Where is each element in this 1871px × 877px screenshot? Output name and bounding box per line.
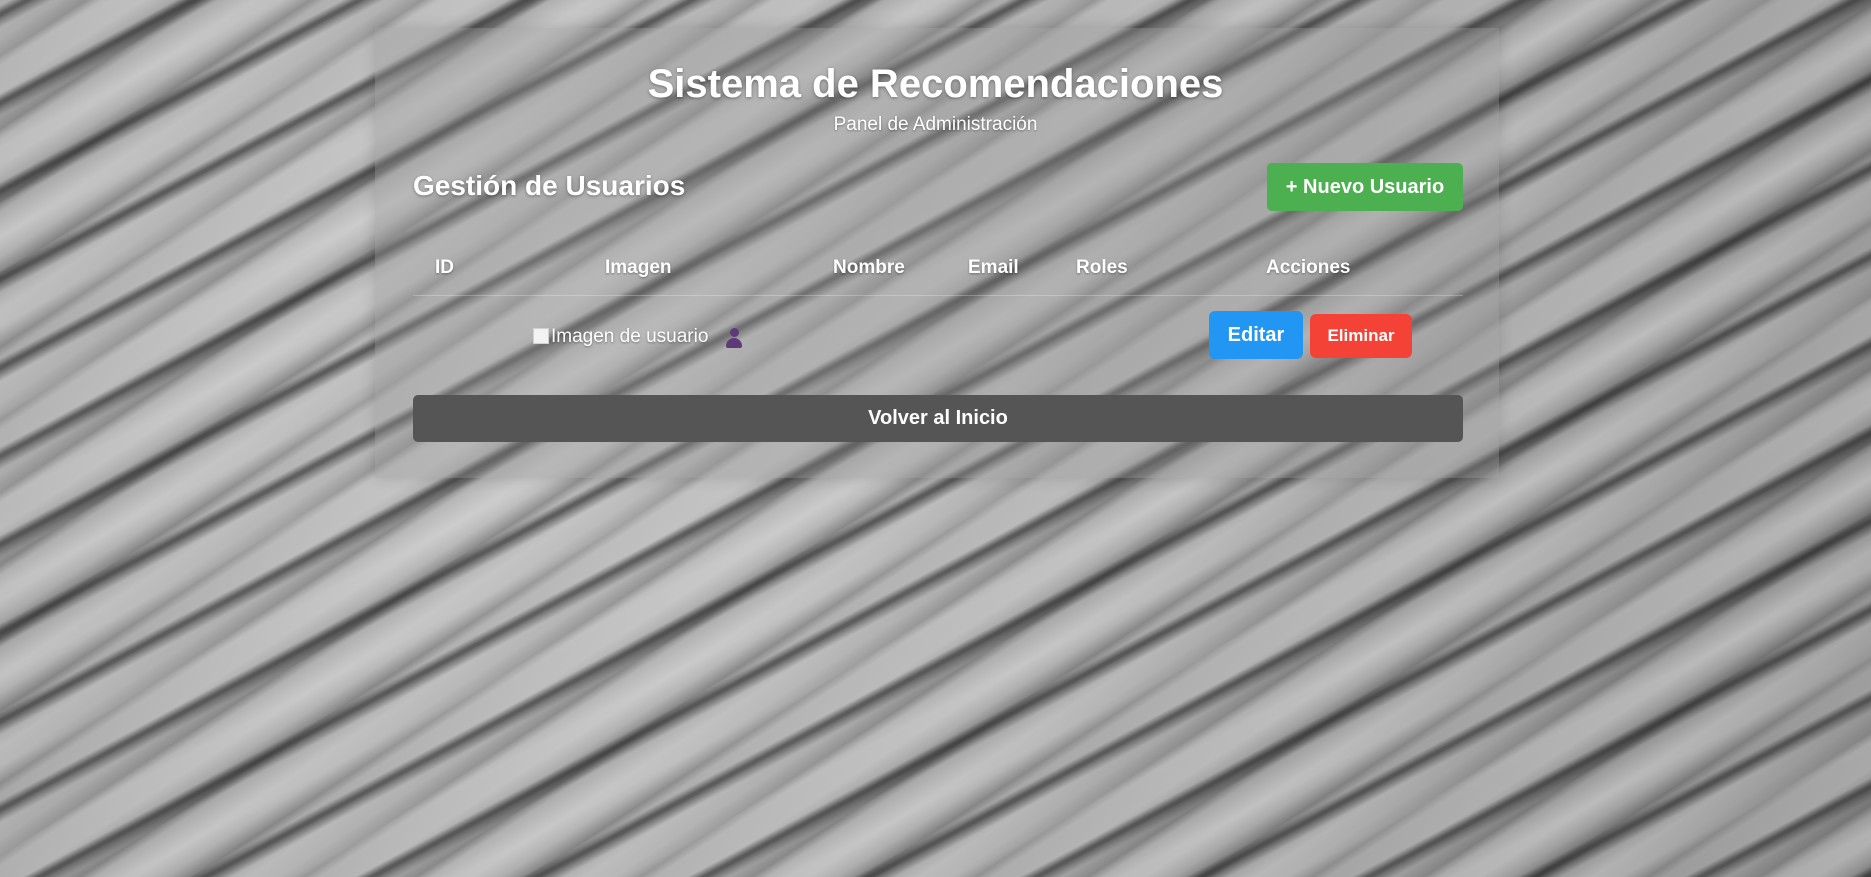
column-header-imagen: Imagen [605, 257, 672, 278]
new-user-button[interactable]: + Nuevo Usuario [1267, 163, 1463, 211]
column-header-email: Email [968, 257, 1019, 278]
user-image-alt-text: Imagen de usuario [551, 326, 709, 347]
column-header-nombre: Nombre [833, 257, 905, 278]
users-table-header: ID Imagen Nombre Email Roles Acciones [413, 245, 1463, 296]
broken-image-icon [533, 328, 549, 344]
back-to-home-button[interactable]: Volver al Inicio [413, 395, 1463, 442]
edit-button[interactable]: Editar [1209, 311, 1303, 359]
column-header-roles: Roles [1076, 257, 1128, 278]
page-subtitle: Panel de Administración [833, 114, 1038, 135]
page-title: Sistema de Recomendaciones [647, 62, 1224, 106]
table-row: Imagen de usuario Editar Eliminar [413, 306, 1463, 370]
user-image: Imagen de usuario [533, 326, 708, 348]
column-header-id: ID [435, 257, 454, 278]
section-title: Gestión de Usuarios [413, 170, 686, 201]
user-icon [725, 328, 743, 348]
column-header-acciones: Acciones [1266, 257, 1351, 278]
delete-button[interactable]: Eliminar [1310, 314, 1412, 358]
